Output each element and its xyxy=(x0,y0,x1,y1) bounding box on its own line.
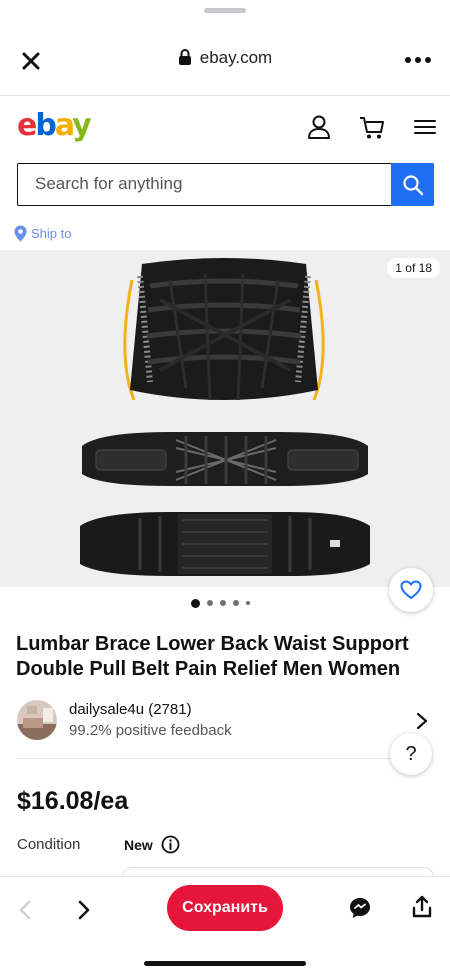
info-icon[interactable] xyxy=(161,835,180,854)
sheet-handle[interactable] xyxy=(204,8,246,13)
heart-icon xyxy=(400,580,422,599)
image-counter: 1 of 18 xyxy=(387,258,440,278)
search-icon xyxy=(402,174,423,195)
chat-icon[interactable] xyxy=(348,896,372,920)
menu-icon[interactable] xyxy=(411,113,439,141)
lock-icon xyxy=(178,49,191,65)
seller-avatar xyxy=(17,700,57,740)
ebay-logo[interactable]: ebay xyxy=(17,108,92,143)
search-input[interactable] xyxy=(18,164,391,204)
seller-feedback: 99.2% positive feedback xyxy=(69,722,232,739)
url-text: ebay.com xyxy=(199,48,273,67)
price: $16.08/ea xyxy=(17,787,129,815)
browser-bar: ebay.com xyxy=(0,40,450,80)
save-button[interactable]: Сохранить xyxy=(167,885,283,931)
gallery-dot[interactable] xyxy=(207,600,213,606)
seller-name[interactable]: dailysale4u (2781) xyxy=(69,701,192,718)
gallery-dot[interactable] xyxy=(191,598,200,608)
product-gallery[interactable]: 1 of 18 xyxy=(0,250,450,587)
cart-icon[interactable] xyxy=(358,113,386,141)
home-indicator xyxy=(144,961,306,966)
divider xyxy=(17,758,433,759)
url-bar[interactable]: ebay.com xyxy=(0,48,450,68)
ship-to-label: Ship to xyxy=(31,226,72,241)
seller-row[interactable]: dailysale4u (2781) 99.2% positive feedba… xyxy=(17,699,433,743)
back-icon[interactable] xyxy=(17,899,33,921)
account-icon[interactable] xyxy=(305,113,333,141)
share-icon[interactable] xyxy=(410,895,434,919)
ship-to-link[interactable]: Ship to xyxy=(14,225,71,242)
bottom-toolbar: Сохранить xyxy=(0,876,450,973)
more-icon[interactable] xyxy=(404,50,432,70)
product-image[interactable] xyxy=(0,250,450,587)
gallery-dot[interactable] xyxy=(246,601,250,605)
watchlist-button[interactable] xyxy=(389,568,433,612)
gallery-dot[interactable] xyxy=(220,600,226,606)
gallery-dots xyxy=(191,598,257,608)
divider xyxy=(0,95,450,96)
condition-value: New xyxy=(124,837,153,853)
product-title: Lumbar Brace Lower Back Waist Support Do… xyxy=(16,633,409,680)
help-button[interactable]: ? xyxy=(390,733,432,775)
location-pin-icon xyxy=(14,225,27,242)
search-bar xyxy=(17,163,434,206)
site-header: ebay xyxy=(0,108,450,148)
gallery-dot[interactable] xyxy=(233,600,239,606)
chevron-right-icon xyxy=(416,712,428,730)
condition-label: Condition xyxy=(17,836,81,853)
forward-icon[interactable] xyxy=(76,899,92,921)
search-button[interactable] xyxy=(391,163,434,206)
